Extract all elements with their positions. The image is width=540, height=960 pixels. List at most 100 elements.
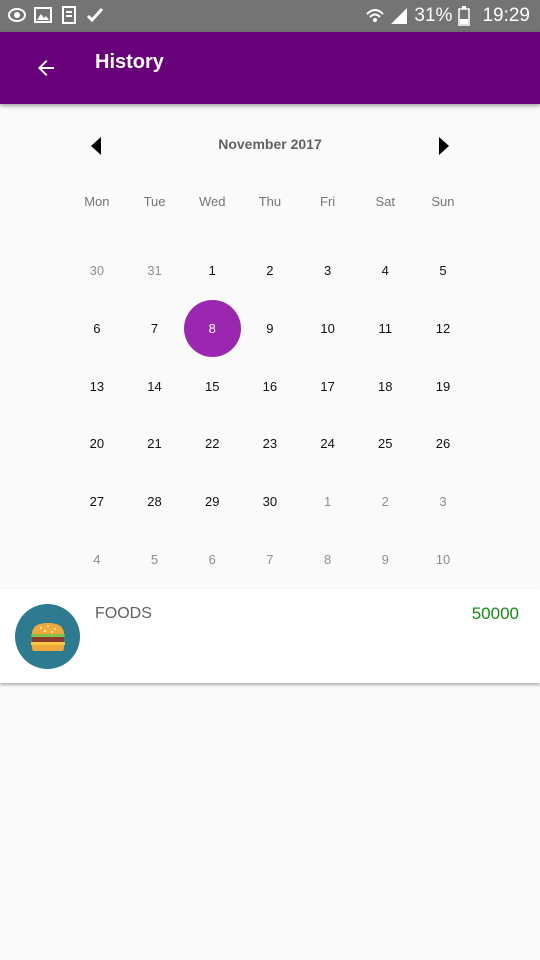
calendar-day[interactable]: 29 [183,473,241,531]
calendar-day[interactable]: 23 [241,415,299,473]
calendar-day-other-month[interactable]: 4 [68,530,126,588]
calendar-day-number: 19 [435,378,451,394]
calendar-day-number: 9 [266,321,274,337]
month-label: November 2017 [218,136,322,152]
calendar-day-number: 5 [150,551,159,567]
calendar-day-number: 30 [89,263,105,279]
calendar-day[interactable]: 21 [126,415,184,473]
entry-category-label: FOODS [95,605,152,622]
calendar-day-number: 8 [208,321,216,337]
calendar-day[interactable]: 15 [183,357,241,415]
calendar-day[interactable]: 9 [241,300,299,358]
calendar-header: November 2017 [0,104,540,186]
calendar-day-number: 23 [262,436,278,452]
calendar-day-number: 7 [150,321,159,337]
calendar-day[interactable]: 26 [414,415,472,473]
calendar-day-number: 28 [147,494,162,510]
calendar-day-other-month[interactable]: 8 [299,530,357,588]
calendar-day[interactable]: 4 [356,242,414,300]
calendar-day[interactable]: 17 [299,357,357,415]
weekday-header: Mon Tue Wed Thu Fri Sat Sun [0,186,540,218]
calendar-day[interactable]: 27 [68,473,126,531]
weekday-label: Thu [258,194,282,209]
calendar-week-row: 20 21 22 23 24 25 26 [68,415,540,473]
entry-amount: 50000 [471,604,519,623]
calendar-day-number: 22 [204,436,220,452]
caret-right-icon [439,137,449,155]
burger-icon [30,622,65,651]
battery-icon [458,6,476,26]
signal-icon [390,6,408,26]
wifi-icon [366,6,385,26]
calendar-day[interactable]: 18 [356,357,414,415]
weekday-label: Wed [198,194,226,209]
calendar-day-other-month[interactable]: 6 [183,530,241,588]
calendar-day-other-month[interactable]: 30 [68,242,126,300]
calendar-day-number: 1 [208,263,216,279]
calendar-day[interactable]: 22 [183,415,241,473]
calendar-day-number: 11 [378,321,393,337]
calendar-week-row: 6 7 8 9 10 11 12 [68,300,540,358]
calendar-day-selected[interactable]: 8 [183,300,241,358]
weekday-label: Fri [320,194,336,209]
calendar-day-number: 8 [323,551,332,567]
calendar-week-row: 27 28 29 30 1 2 3 [68,473,540,531]
calendar-day[interactable]: 13 [68,357,126,415]
calendar-day-number: 17 [320,378,335,394]
calendar-day-number: 3 [439,494,447,510]
calendar-day-other-month[interactable]: 31 [126,242,184,300]
history-entry[interactable]: FOODS 50000 [0,589,540,683]
calendar-day-number: 27 [89,494,105,510]
calendar-day[interactable]: 7 [126,300,184,358]
calendar-day[interactable]: 16 [241,357,299,415]
calendar-day-number: 25 [378,436,393,452]
calendar-day-other-month[interactable]: 9 [356,530,414,588]
calendar-day-number: 10 [320,321,335,337]
check-flag-icon [86,6,104,24]
calendar-day[interactable]: 28 [126,473,184,531]
calendar-day[interactable]: 2 [241,242,299,300]
image-icon [34,6,52,24]
eye-icon [8,6,26,24]
calendar-day-number: 6 [93,321,101,337]
back-button[interactable] [24,46,68,90]
calendar-day-other-month[interactable]: 7 [241,530,299,588]
calendar-day-number: 1 [323,494,332,510]
calendar-day[interactable]: 30 [241,473,299,531]
calendar-day[interactable]: 20 [68,415,126,473]
calendar-day-number: 4 [381,263,389,279]
calendar-day-other-month[interactable]: 3 [414,473,472,531]
day-grid: 30 31 1 2 3 4 5 6 7 8 9 10 11 12 13 14 15 16 17 18 19 20 21 22 2… [0,242,540,588]
calendar-day-number: 14 [147,378,162,394]
calendar-day[interactable]: 1 [183,242,241,300]
calendar-day[interactable]: 12 [414,300,472,358]
calendar-day[interactable]: 14 [126,357,184,415]
book-icon [60,6,78,24]
calendar-day-number: 13 [89,378,105,394]
calendar-day[interactable]: 19 [414,357,472,415]
calendar-day-number: 5 [439,263,447,279]
calendar-day-number: 2 [266,263,274,279]
weekday-label: Mon [84,194,110,209]
calendar-day-number: 10 [435,551,451,567]
calendar-day[interactable]: 3 [299,242,357,300]
calendar-day[interactable]: 24 [299,415,357,473]
calendar-day-number: 3 [323,263,332,279]
calendar-day[interactable]: 25 [356,415,414,473]
clock: 19:29 [482,5,530,26]
calendar-day[interactable]: 11 [356,300,414,358]
calendar-day-other-month[interactable]: 2 [356,473,414,531]
calendar-day[interactable]: 10 [299,300,357,358]
notification-icons [8,6,104,24]
calendar-day-other-month[interactable]: 1 [299,473,357,531]
calendar-day-other-month[interactable]: 10 [414,530,472,588]
weekday-label: Sat [375,194,396,209]
calendar-day-number: 30 [262,494,278,510]
next-month-button[interactable] [430,132,458,160]
calendar-day[interactable]: 5 [414,242,472,300]
calendar-day-number: 7 [266,551,274,567]
calendar-day-number: 16 [262,378,278,394]
calendar-day[interactable]: 6 [68,300,126,358]
calendar-day-other-month[interactable]: 5 [126,530,184,588]
arrow-back-icon [38,60,54,76]
